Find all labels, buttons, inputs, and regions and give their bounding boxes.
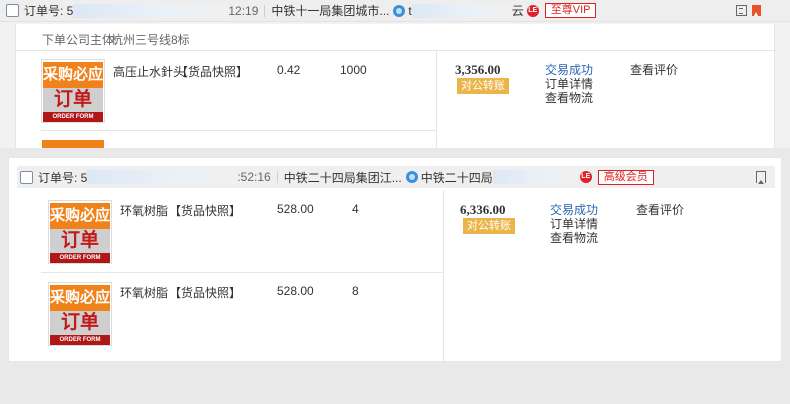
order-total: 3,356.00	[455, 62, 501, 77]
unit-price: 528.00	[277, 284, 314, 298]
order-number-redacted	[87, 170, 238, 184]
seller-name-redacted	[411, 3, 512, 18]
quantity: 1000	[340, 63, 367, 77]
snapshot-link[interactable]: 【货品快照】	[176, 63, 248, 80]
seller-badge-icon: LE	[579, 171, 592, 183]
seller-name-redacted	[492, 170, 577, 184]
order-number-label: 订单号: 5	[24, 4, 74, 18]
order-time: :52:16	[237, 170, 271, 184]
buyer-company[interactable]: 中铁十一局集团城市...	[271, 2, 389, 19]
product-image[interactable]: 采购必应 订单 ORDER FORM	[48, 282, 112, 346]
order-header: 订单号: 5 12:19 中铁十一局集团城市... t 云 LE 至尊VIP	[0, 0, 790, 22]
unit-price: 528.00	[277, 202, 314, 216]
book-icon[interactable]	[736, 5, 747, 16]
flag-outline-icon[interactable]	[756, 171, 766, 184]
snapshot-link[interactable]: 【货品快照】	[169, 284, 241, 301]
order-checkbox[interactable]	[6, 4, 19, 17]
order-total: 6,336.00	[460, 202, 506, 217]
seller-name[interactable]: 中铁二十四局	[421, 169, 493, 186]
member-badge: 高级会员	[597, 169, 654, 185]
pay-method-badge: 对公转账	[457, 78, 509, 94]
view-review-link[interactable]: 查看评价	[636, 201, 684, 218]
pay-method-badge: 对公转账	[463, 218, 515, 234]
view-review-link[interactable]: 查看评价	[630, 61, 678, 78]
order-checkbox[interactable]	[20, 170, 33, 184]
buyer-company[interactable]: 中铁二十四局集团江...	[284, 169, 402, 186]
flag-icon[interactable]	[752, 5, 761, 16]
order-card-2: 订单号: 5 :52:16 中铁二十四局集团江... 中铁二十四局 LE 高级会…	[8, 157, 782, 362]
seller-name-tail: 云	[511, 4, 524, 18]
seller-badge-icon: LE	[526, 4, 539, 17]
quantity: 4	[352, 202, 359, 216]
product-name[interactable]: 高压止水針头	[113, 63, 185, 80]
order-card-1: 订单号: 5 12:19 中铁十一局集团城市... t 云 LE 至尊VIP 下…	[0, 0, 790, 148]
wangwang-icon[interactable]	[405, 171, 418, 183]
unit-price: 0.42	[277, 63, 301, 77]
product-image[interactable]: 采购必应 订单 ORDER FORM	[48, 200, 112, 264]
product-name[interactable]: 环氧树脂	[120, 202, 168, 219]
entity-label: 下单公司主体:	[42, 33, 118, 47]
snapshot-link[interactable]: 【货品快照】	[169, 202, 241, 219]
quantity: 8	[352, 284, 359, 298]
view-logistics-link[interactable]: 查看物流	[550, 229, 598, 246]
product-name[interactable]: 环氧树脂	[120, 284, 168, 301]
entity-value: 杭州三号线8标	[111, 33, 190, 47]
order-number-label: 订单号: 5	[38, 170, 88, 185]
product-image[interactable]: 采购必应 订单 ORDER FORM	[41, 59, 105, 123]
vip-badge: 至尊VIP	[544, 3, 597, 18]
next-product-image-partial	[42, 140, 104, 148]
order-body: 下单公司主体: 杭州三号线8标 采购必应 订单 ORDER FORM 高压止水針…	[15, 24, 776, 148]
order-header: 订单号: 5 :52:16 中铁二十四局集团江... 中铁二十四局 LE 高级会…	[17, 166, 775, 188]
wangwang-icon[interactable]	[393, 4, 406, 17]
order-number-redacted	[73, 3, 229, 18]
order-time: 12:19	[228, 3, 259, 18]
view-logistics-link[interactable]: 查看物流	[545, 89, 593, 106]
